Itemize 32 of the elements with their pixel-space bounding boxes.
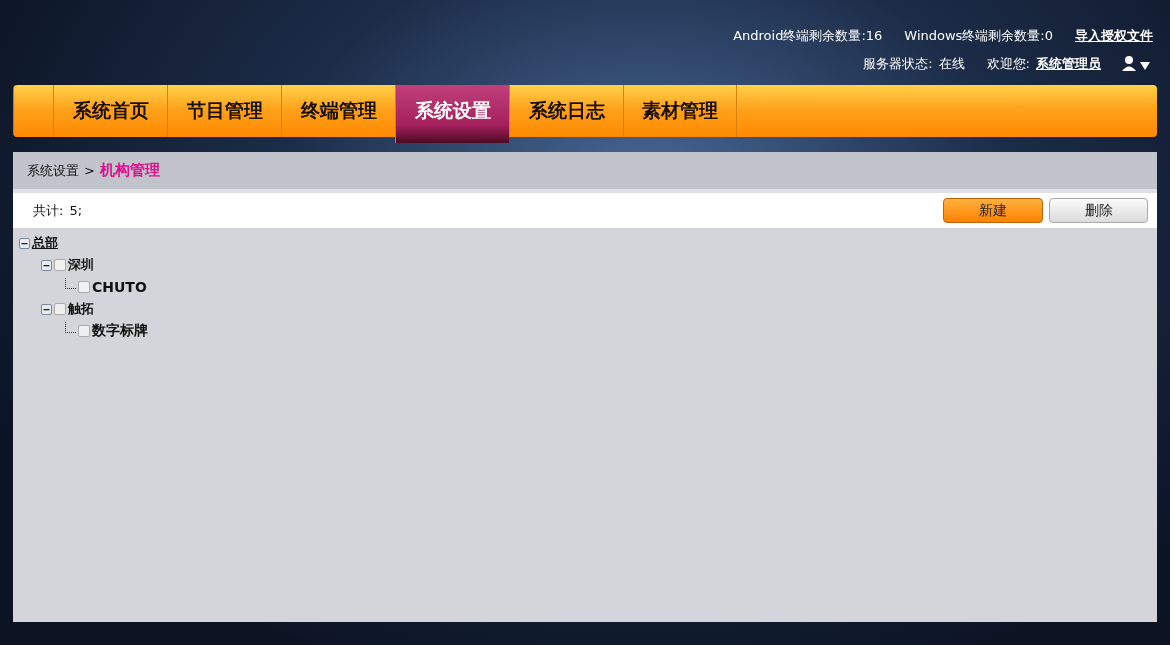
tree-checkbox[interactable]	[78, 325, 90, 337]
server-status-value: 在线	[938, 55, 965, 73]
tree-node-label[interactable]: 数字标牌	[92, 322, 148, 340]
collapse-toggle-icon[interactable]	[19, 237, 30, 249]
breadcrumb-current: 机构管理	[99, 161, 160, 180]
user-menu-icon[interactable]	[1121, 55, 1153, 73]
nav-tab[interactable]: 系统设置	[395, 85, 509, 143]
nav-tab[interactable]: 系统日志	[509, 85, 623, 137]
welcome-label: 欢迎您:	[986, 55, 1030, 73]
new-button[interactable]: 新建	[943, 198, 1043, 223]
nav-tab[interactable]: 素材管理	[623, 85, 737, 137]
nav-tab[interactable]: 节目管理	[167, 85, 281, 137]
tree-node-label[interactable]: 总部	[32, 234, 58, 252]
collapse-toggle-icon[interactable]	[41, 259, 52, 271]
tree-checkbox[interactable]	[78, 281, 90, 293]
tree-node-label[interactable]: 触拓	[68, 300, 94, 318]
total-count: 5;	[69, 203, 83, 218]
breadcrumb-parent[interactable]: 系统设置	[27, 161, 79, 180]
tree-checkbox[interactable]	[54, 259, 66, 271]
terminal-count-text: Windows终端剩余数量:0	[904, 27, 1053, 45]
delete-button[interactable]: 删除	[1049, 198, 1148, 223]
breadcrumb-separator: >	[84, 163, 95, 178]
user-name-link[interactable]: 系统管理员	[1036, 55, 1101, 73]
total-label: 共计:	[33, 201, 64, 220]
nav-tab[interactable]: 系统首页	[53, 85, 167, 137]
collapse-toggle-icon[interactable]	[41, 303, 52, 315]
tree-node-label[interactable]: 深圳	[68, 256, 94, 274]
tree-checkbox[interactable]	[54, 303, 66, 315]
terminal-count-text: Android终端剩余数量:16	[733, 27, 883, 45]
import-license-link[interactable]: 导入授权文件	[1075, 27, 1153, 45]
server-status-label: 服务器状态:	[863, 55, 933, 73]
tree-node-label[interactable]: CHUTO	[92, 279, 147, 295]
